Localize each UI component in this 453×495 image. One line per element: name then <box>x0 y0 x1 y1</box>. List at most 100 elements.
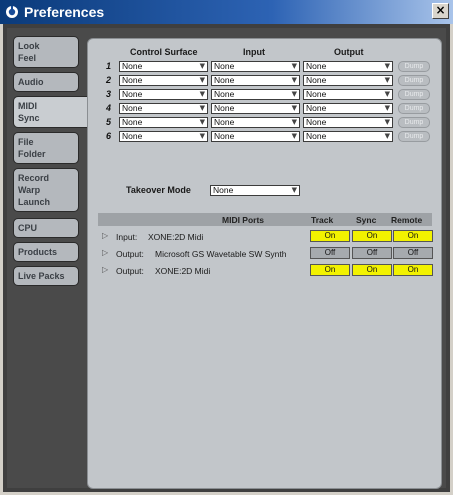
tab-label: MIDI <box>18 101 37 111</box>
tab-audio[interactable]: Audio <box>13 72 79 92</box>
tab-products[interactable]: Products <box>13 242 79 262</box>
tab-midi-sync[interactable]: MIDI Sync <box>13 96 87 128</box>
sync-toggle[interactable]: On <box>352 264 392 276</box>
remote-toggle[interactable]: On <box>393 230 433 242</box>
dump-button[interactable]: Dump <box>398 61 430 72</box>
select-value: None <box>214 103 235 113</box>
dropdown-arrow-icon: ▼ <box>199 62 205 70</box>
dropdown-arrow-icon: ▼ <box>291 186 297 194</box>
dump-button[interactable]: Dump <box>398 131 430 142</box>
dropdown-arrow-icon: ▼ <box>199 118 205 126</box>
tab-label: CPU <box>18 223 38 233</box>
dropdown-arrow-icon: ▼ <box>384 132 390 140</box>
input-select[interactable]: None ▼ <box>211 89 300 100</box>
dropdown-arrow-icon: ▼ <box>291 118 297 126</box>
port-name: XONE:2D Midi <box>148 232 204 242</box>
dropdown-arrow-icon: ▼ <box>199 132 205 140</box>
dropdown-arrow-icon: ▼ <box>291 62 297 70</box>
input-select[interactable]: None ▼ <box>211 75 300 86</box>
track-toggle[interactable]: On <box>310 230 350 242</box>
tab-label: Record <box>18 173 50 183</box>
dump-button[interactable]: Dump <box>398 103 430 114</box>
takeover-mode-select[interactable]: None ▼ <box>210 185 300 196</box>
select-value: None <box>214 117 235 127</box>
control-surface-select[interactable]: None ▼ <box>119 89 208 100</box>
select-value: None <box>214 75 235 85</box>
tab-label: Live Packs <box>18 271 65 281</box>
output-select[interactable]: None ▼ <box>303 117 393 128</box>
tab-look-feel[interactable]: Look Feel <box>13 36 79 68</box>
dropdown-arrow-icon: ▼ <box>384 118 390 126</box>
dump-button[interactable]: Dump <box>398 89 430 100</box>
dropdown-arrow-icon: ▼ <box>199 104 205 112</box>
tab-file-folder[interactable]: File Folder <box>13 132 79 164</box>
port-direction: Output: <box>116 266 144 276</box>
select-value: None <box>122 103 143 113</box>
select-value: None <box>122 75 143 85</box>
midi-ports-header: MIDI Ports Track Sync Remote <box>98 213 432 226</box>
output-select[interactable]: None ▼ <box>303 75 393 86</box>
tab-label: Warp <box>18 185 41 195</box>
port-direction: Input: <box>116 232 138 242</box>
output-select[interactable]: None ▼ <box>303 131 393 142</box>
window-content: Look Feel Audio MIDI Sync File Folder Re… <box>7 28 446 489</box>
row-number: 2 <box>106 75 112 85</box>
tab-label: File <box>18 137 34 147</box>
tab-cpu[interactable]: CPU <box>13 218 79 238</box>
track-header: Track <box>311 215 334 225</box>
control-surface-select[interactable]: None ▼ <box>119 131 208 142</box>
tab-record-warp-launch[interactable]: Record Warp Launch <box>13 168 79 212</box>
input-select[interactable]: None ▼ <box>211 117 300 128</box>
remote-toggle[interactable]: Off <box>393 247 433 259</box>
tab-label: Feel <box>18 53 37 63</box>
input-select[interactable]: None ▼ <box>211 61 300 72</box>
tab-label: Sync <box>18 113 40 123</box>
dropdown-arrow-icon: ▼ <box>199 76 205 84</box>
control-surface-select[interactable]: None ▼ <box>119 61 208 72</box>
dropdown-arrow-icon: ▼ <box>384 104 390 112</box>
dump-button[interactable]: Dump <box>398 117 430 128</box>
track-toggle[interactable]: Off <box>310 247 350 259</box>
row-number: 6 <box>106 131 112 141</box>
row-number: 5 <box>106 117 112 127</box>
dropdown-arrow-icon: ▼ <box>291 90 297 98</box>
select-value: None <box>214 89 235 99</box>
remote-toggle[interactable]: On <box>393 264 433 276</box>
dump-button[interactable]: Dump <box>398 75 430 86</box>
select-value: None <box>214 61 235 71</box>
sync-toggle[interactable]: Off <box>352 247 392 259</box>
output-header: Output <box>334 47 364 57</box>
track-toggle[interactable]: On <box>310 264 350 276</box>
control-surface-select[interactable]: None ▼ <box>119 75 208 86</box>
tab-label: Folder <box>18 149 46 159</box>
output-select[interactable]: None ▼ <box>303 61 393 72</box>
expand-triangle-icon[interactable]: ▷ <box>102 248 108 257</box>
expand-triangle-icon[interactable]: ▷ <box>102 265 108 274</box>
port-direction: Output: <box>116 249 144 259</box>
tab-live-packs[interactable]: Live Packs <box>13 266 79 286</box>
control-surface-select[interactable]: None ▼ <box>119 103 208 114</box>
control-surface-header: Control Surface <box>130 47 198 57</box>
select-value: None <box>306 131 327 141</box>
tab-label: Audio <box>18 77 44 87</box>
row-number: 3 <box>106 89 112 99</box>
midi-ports-header-label: MIDI Ports <box>222 215 265 225</box>
output-select[interactable]: None ▼ <box>303 103 393 114</box>
close-button[interactable]: × <box>432 3 449 19</box>
title-bar: Preferences × <box>0 0 453 24</box>
row-number: 1 <box>106 61 112 71</box>
sync-toggle[interactable]: On <box>352 230 392 242</box>
expand-triangle-icon[interactable]: ▷ <box>102 231 108 240</box>
port-name: XONE:2D Midi <box>155 266 211 276</box>
dropdown-arrow-icon: ▼ <box>291 76 297 84</box>
dropdown-arrow-icon: ▼ <box>199 90 205 98</box>
select-value: None <box>306 89 327 99</box>
output-select[interactable]: None ▼ <box>303 89 393 100</box>
remote-header: Remote <box>391 215 423 225</box>
dropdown-arrow-icon: ▼ <box>384 76 390 84</box>
control-surface-select[interactable]: None ▼ <box>119 117 208 128</box>
input-select[interactable]: None ▼ <box>211 103 300 114</box>
tab-label: Launch <box>18 197 51 207</box>
input-select[interactable]: None ▼ <box>211 131 300 142</box>
takeover-mode-label: Takeover Mode <box>126 185 191 195</box>
